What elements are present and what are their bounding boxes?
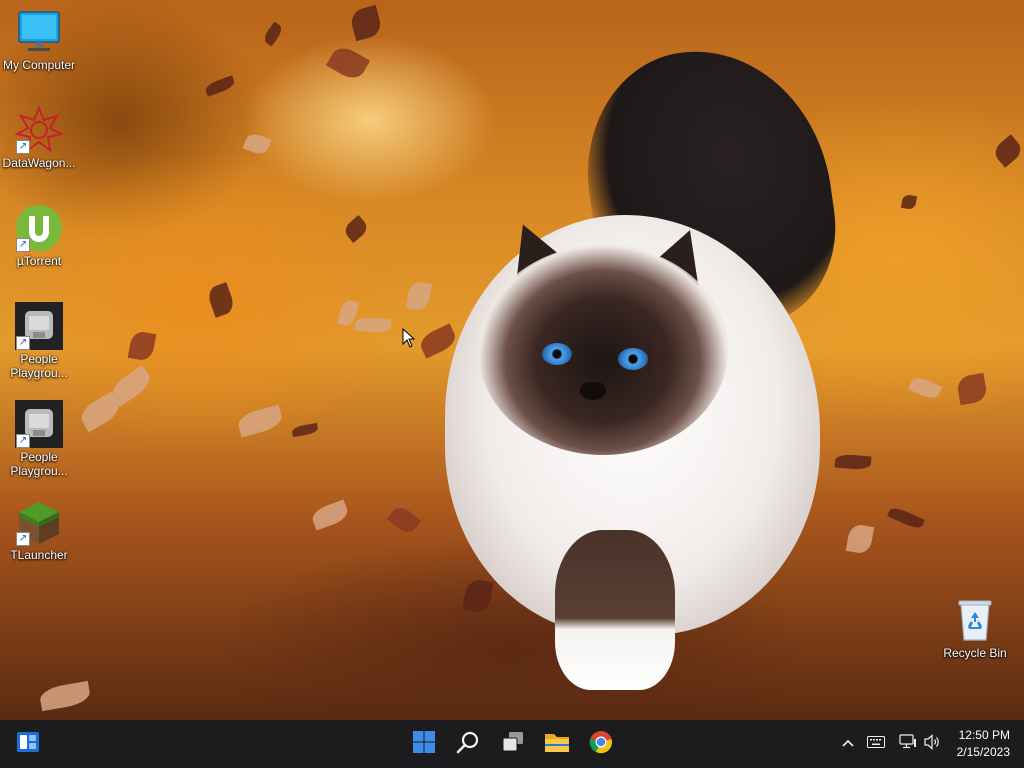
clock-date: 2/15/2023 <box>956 745 1010 759</box>
wallpaper-leaf <box>405 280 433 312</box>
wallpaper-leaf <box>417 323 459 359</box>
chrome-icon <box>589 730 613 759</box>
search-icon <box>456 730 480 759</box>
wallpaper-leaf <box>325 42 371 84</box>
mouse-pointer-icon <box>402 327 416 353</box>
wallpaper-leaf <box>205 282 237 318</box>
desktop-icon-label: µTorrent <box>16 254 62 268</box>
wallpaper-leaf <box>900 193 918 211</box>
wallpaper-leaf <box>242 131 272 157</box>
chevron-up-icon <box>841 735 855 753</box>
wallpaper-leaf <box>908 374 942 402</box>
tlauncher-icon: ↗ <box>15 498 63 546</box>
desktop-icon-label: Recycle Bin <box>943 646 1007 660</box>
wallpaper-cat-nose <box>580 382 606 400</box>
wallpaper-leaf <box>127 330 157 362</box>
monitor-icon <box>15 8 63 56</box>
desktop-icon-label: My Computer <box>2 58 76 72</box>
volume-button[interactable] <box>921 720 943 768</box>
wallpaper-leaf <box>261 21 285 47</box>
desktop-icon-people-playground[interactable]: ↗ People Playgrou... <box>0 400 78 478</box>
desktop[interactable]: My Computer ↗ DataWagon... ↗ µTorrent ↗ … <box>0 0 1024 720</box>
tray-overflow-button[interactable] <box>838 720 858 768</box>
wallpaper-leaf <box>291 422 319 438</box>
file-explorer-button[interactable] <box>541 728 573 760</box>
desktop-icon-recycle-bin[interactable]: Recycle Bin <box>936 596 1014 660</box>
clock-time: 12:50 PM <box>958 728 1010 742</box>
clock-button[interactable]: 12:50 PM 2/15/2023 <box>946 727 1010 761</box>
desktop-icon-label: People Playgrou... <box>10 352 68 380</box>
folder-icon <box>544 730 570 759</box>
wallpaper-leaf <box>955 372 989 406</box>
wallpaper-cat-eye <box>542 343 572 365</box>
wallpaper-leaf <box>990 134 1024 168</box>
wallpaper-leaf <box>834 453 872 471</box>
widgets-icon <box>16 730 40 759</box>
desktop-icon-utorrent[interactable]: ↗ µTorrent <box>0 204 78 268</box>
shortcut-arrow-icon: ↗ <box>16 434 30 448</box>
desktop-icon-label: People Playgrou... <box>10 450 68 478</box>
network-button[interactable] <box>896 720 920 768</box>
task-view-icon <box>501 730 525 759</box>
search-button[interactable] <box>452 728 484 760</box>
wallpaper-leaf <box>887 504 925 532</box>
shortcut-arrow-icon: ↗ <box>16 532 30 546</box>
chrome-button[interactable] <box>585 728 617 760</box>
windows-start-icon <box>412 730 436 759</box>
wallpaper-leaf <box>386 503 422 537</box>
widgets-button[interactable] <box>12 728 44 760</box>
people-playground-icon: ↗ <box>15 400 63 448</box>
wallpaper-leaf <box>354 316 392 334</box>
wallpaper-leaf <box>462 577 494 615</box>
people-playground-icon: ↗ <box>15 302 63 350</box>
shortcut-arrow-icon: ↗ <box>16 140 30 154</box>
desktop-icon-tlauncher[interactable]: ↗ TLauncher <box>0 498 78 562</box>
wallpaper-cat-eye <box>618 348 648 370</box>
desktop-icon-my-computer[interactable]: My Computer <box>0 8 78 72</box>
wallpaper-leaf <box>235 404 285 438</box>
shortcut-arrow-icon: ↗ <box>16 238 30 252</box>
wallpaper-cat-head <box>478 245 728 455</box>
wallpaper-leaf <box>203 75 237 97</box>
task-view-button[interactable] <box>497 728 529 760</box>
start-button[interactable] <box>408 728 440 760</box>
utorrent-icon: ↗ <box>15 204 63 252</box>
recycle-bin-icon <box>951 596 999 644</box>
keyboard-icon <box>867 735 885 753</box>
wallpaper-leaf <box>845 523 875 555</box>
keyboard-button[interactable] <box>864 720 888 768</box>
wallpaper-leaf <box>341 215 371 243</box>
shortcut-arrow-icon: ↗ <box>16 336 30 350</box>
desktop-icon-people-playground[interactable]: ↗ People Playgrou... <box>0 302 78 380</box>
wallpaper-cat-leg <box>555 530 675 690</box>
desktop-icon-label: DataWagon... <box>2 156 76 170</box>
desktop-icon-label: TLauncher <box>10 548 68 562</box>
speaker-icon <box>923 733 941 755</box>
wallpaper-leaf <box>309 499 351 531</box>
desktop-icon-datawagon[interactable]: ↗ DataWagon... <box>0 105 78 170</box>
taskbar: 12:50 PM 2/15/2023 <box>0 720 1024 768</box>
network-icon <box>899 733 917 755</box>
wallpaper-leaf <box>38 680 92 712</box>
datawagon-icon: ↗ <box>14 105 64 154</box>
wallpaper-leaf <box>348 4 384 42</box>
